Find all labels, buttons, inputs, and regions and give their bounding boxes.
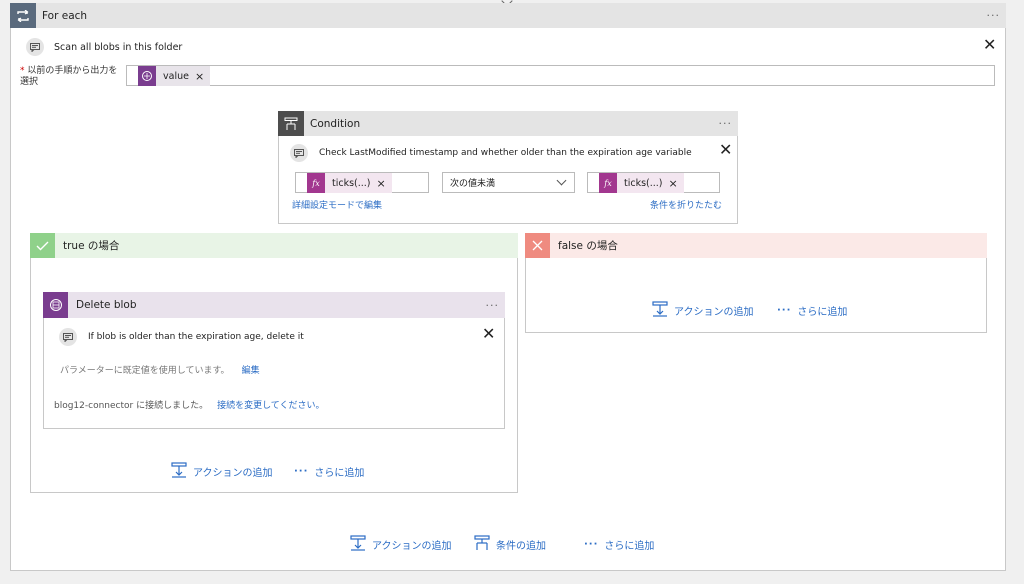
left-ticks-label: ticks(...) (332, 177, 371, 189)
true-more-add-button[interactable]: ··· さらに追加 (294, 464, 364, 479)
comment-icon (59, 328, 77, 346)
value-token-remove[interactable]: × (193, 70, 210, 83)
delete-blob-more-options[interactable]: ··· (486, 299, 500, 312)
footer-add-condition-label: 条件の追加 (496, 541, 546, 552)
fx-icon: fx (307, 173, 325, 193)
connection-row: blog12-connector に接続しました。 接続を変更してください。 (54, 398, 325, 411)
condition-more-options[interactable]: ··· (719, 117, 733, 130)
footer-add-action-button[interactable]: アクションの追加 (350, 535, 452, 554)
delete-blob-comment-text[interactable]: If blob is older than the expiration age… (88, 332, 304, 342)
left-ticks-token[interactable]: fx ticks(...) × (307, 173, 392, 193)
fx-icon: fx (599, 173, 617, 193)
delete-blob-comment-row: If blob is older than the expiration age… (59, 328, 304, 346)
default-params-row: パラメーターに既定値を使用しています。 編集 (60, 363, 260, 376)
footer-more-add-button[interactable]: ··· さらに追加 (584, 537, 654, 552)
default-params-text: パラメーターに既定値を使用しています。 (60, 366, 230, 376)
collapse-condition-link[interactable]: 条件を折りたたむ (650, 198, 722, 211)
cross-icon (525, 233, 550, 258)
delete-blob-header[interactable]: Delete blob ··· (43, 292, 505, 318)
false-branch-title: false の場合 (558, 240, 618, 252)
condition-comment-text[interactable]: Check LastModified timestamp and whether… (319, 148, 692, 158)
more-dots-icon: ··· (294, 466, 309, 477)
foreach-title: For each (42, 9, 88, 22)
false-more-add-label: さらに追加 (797, 307, 848, 318)
foreach-input-field[interactable]: value × (126, 65, 995, 86)
true-add-action-button[interactable]: アクションの追加 (171, 462, 273, 481)
false-more-add-button[interactable]: ··· さらに追加 (777, 303, 847, 318)
loop-icon (10, 3, 36, 28)
add-action-icon (652, 301, 668, 320)
true-branch-header[interactable]: true の場合 (30, 233, 518, 258)
footer-more-add-label: さらに追加 (604, 541, 655, 552)
right-ticks-token[interactable]: fx ticks(...) × (599, 173, 684, 193)
false-branch-header[interactable]: false の場合 (525, 233, 987, 258)
foreach-close-icon[interactable]: ✕ (983, 37, 996, 53)
true-branch-title: true の場合 (63, 240, 120, 252)
right-ticks-label: ticks(...) (624, 177, 663, 189)
add-action-icon (171, 462, 187, 481)
condition-right-operand[interactable]: fx ticks(...) × (587, 172, 720, 193)
true-more-add-label: さらに追加 (314, 468, 365, 479)
left-ticks-remove[interactable]: × (375, 177, 392, 190)
add-action-icon (350, 535, 366, 554)
false-add-action-label: アクションの追加 (674, 307, 754, 318)
comment-icon (290, 144, 308, 162)
foreach-header[interactable]: For each ··· (10, 3, 1006, 28)
required-asterisk: * (20, 66, 25, 76)
add-condition-icon (474, 535, 490, 554)
value-token[interactable]: value × (138, 66, 211, 86)
foreach-comment-text[interactable]: Scan all blobs in this folder (54, 42, 182, 53)
foreach-input-label: * 以前の手順から出力を選択 (20, 66, 120, 88)
blob-token-icon (138, 66, 156, 86)
condition-left-operand[interactable]: fx ticks(...) × (295, 172, 429, 193)
condition-comment-row: Check LastModified timestamp and whether… (290, 144, 692, 162)
more-dots-icon: ··· (777, 305, 792, 316)
advanced-mode-link[interactable]: 詳細設定モードで編集 (292, 198, 382, 211)
condition-header[interactable]: Condition ··· (278, 111, 738, 136)
value-token-label: value (163, 70, 189, 82)
condition-close-icon[interactable]: ✕ (719, 142, 732, 158)
condition-icon (278, 111, 304, 136)
check-icon (30, 233, 55, 258)
footer-add-action-label: アクションの追加 (372, 541, 452, 552)
delete-blob-title: Delete blob (76, 299, 137, 311)
condition-operator-select[interactable]: 次の値未満 (442, 172, 575, 193)
blob-icon (43, 292, 68, 318)
comment-icon (26, 38, 44, 56)
operator-value: 次の値未満 (450, 179, 496, 189)
right-ticks-remove[interactable]: × (667, 177, 684, 190)
footer-add-condition-button[interactable]: 条件の追加 (474, 535, 546, 554)
foreach-comment-row: Scan all blobs in this folder (26, 38, 182, 56)
false-add-action-button[interactable]: アクションの追加 (652, 301, 754, 320)
chevron-down-icon (556, 175, 567, 186)
edit-params-link[interactable]: 編集 (242, 363, 260, 376)
condition-title: Condition (310, 117, 361, 130)
more-dots-icon: ··· (584, 539, 599, 550)
connection-text: blog12-connector に接続しました。 (54, 401, 209, 411)
foreach-more-options[interactable]: ··· (987, 9, 1001, 22)
change-connection-link[interactable]: 接続を変更してください。 (217, 398, 324, 411)
delete-blob-close-icon[interactable]: ✕ (482, 326, 495, 342)
true-add-action-label: アクションの追加 (193, 468, 273, 479)
foreach-input-label-text: 以前の手順から出力を選択 (20, 66, 118, 87)
